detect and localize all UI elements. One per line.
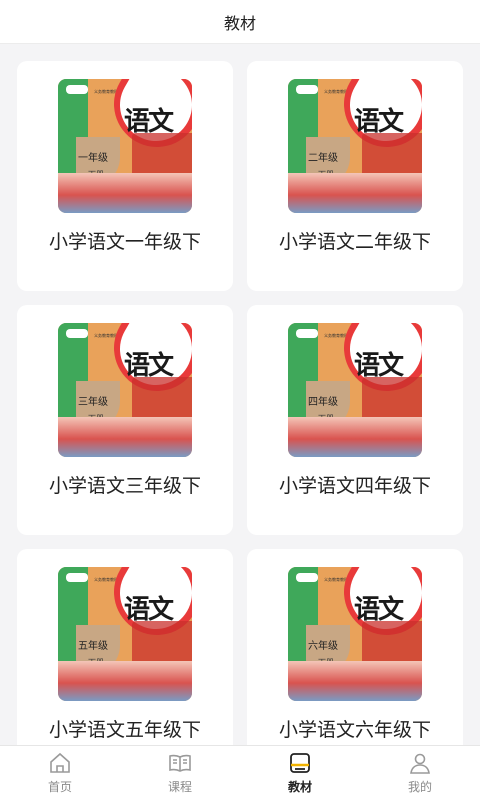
page-title: 教材 (223, 13, 256, 33)
book-cover-image: 义务教育教科书 语文 一年级 下册 (58, 79, 192, 213)
nav-label: 教材 (287, 780, 312, 794)
book-title: 小学语文五年级下 (48, 719, 201, 741)
textbook-grid: 义务教育教科书 语文 一年级 下册 小学语文一年级下 义务教育教科书 语文 二年… (0, 44, 480, 745)
book-card-grade1[interactable]: 义务教育教科书 语文 一年级 下册 小学语文一年级下 (17, 61, 233, 291)
book-title: 小学语文四年级下 (278, 475, 431, 497)
nav-label: 课程 (167, 780, 192, 794)
book-card-grade3[interactable]: 义务教育教科书 语文 三年级 下册 小学语文三年级下 (17, 305, 233, 535)
open-book-icon (169, 754, 191, 772)
nav-item-home[interactable]: 首页 (0, 746, 120, 800)
textbook-icon (290, 753, 310, 773)
book-card-grade6[interactable]: 义务教育教科书 语文 六年级 下册 小学语文六年级下 (247, 549, 463, 745)
nav-item-course[interactable]: 课程 (120, 746, 240, 800)
bottom-nav: 首页 课程 教材 我的 (0, 745, 480, 800)
home-icon (50, 752, 70, 773)
top-bar: 教材 (0, 0, 480, 44)
user-icon (410, 753, 430, 774)
book-card-grade5[interactable]: 义务教育教科书 语文 五年级 下册 小学语文五年级下 (17, 549, 233, 745)
book-cover-image: 义务教育教科书 语文 六年级 下册 (288, 567, 422, 701)
book-title: 小学语文三年级下 (48, 475, 201, 497)
book-title: 小学语文二年级下 (278, 231, 431, 253)
book-title: 小学语文一年级下 (48, 231, 201, 253)
book-cover-image: 义务教育教科书 语文 四年级 下册 (288, 323, 422, 457)
book-card-grade2[interactable]: 义务教育教科书 语文 二年级 下册 小学语文二年级下 (247, 61, 463, 291)
book-title: 小学语文六年级下 (278, 719, 431, 741)
book-cover-image: 义务教育教科书 语文 三年级 下册 (58, 323, 192, 457)
nav-item-mine[interactable]: 我的 (360, 746, 480, 800)
nav-label: 我的 (407, 780, 432, 794)
nav-item-textbook[interactable]: 教材 (240, 746, 360, 800)
book-cover-image: 义务教育教科书 语文 五年级 下册 (58, 567, 192, 701)
book-card-grade4[interactable]: 义务教育教科书 语文 四年级 下册 小学语文四年级下 (247, 305, 463, 535)
nav-label: 首页 (47, 780, 72, 794)
book-cover-image: 义务教育教科书 语文 二年级 下册 (288, 79, 422, 213)
